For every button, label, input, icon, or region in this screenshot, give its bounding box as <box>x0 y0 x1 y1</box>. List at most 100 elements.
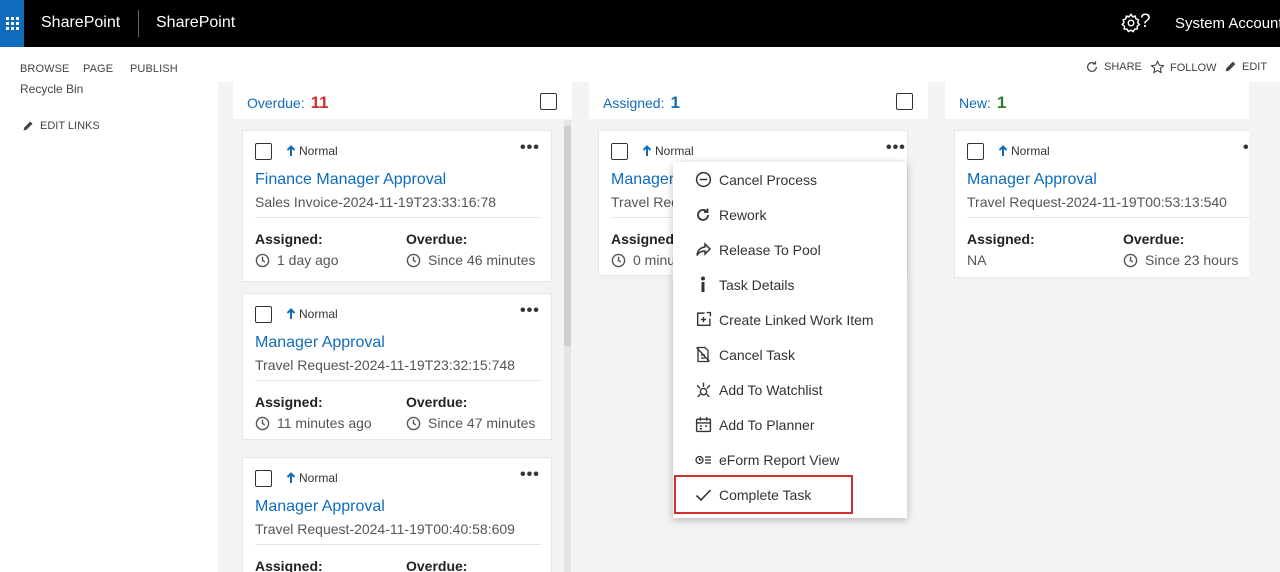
card-checkbox[interactable] <box>255 470 272 487</box>
task-card[interactable]: Normal ••• Finance Manager Approval Sale… <box>242 130 552 282</box>
assigned-label: Assigned: <box>967 231 1035 247</box>
share-arrow-icon <box>694 241 712 259</box>
select-all-checkbox[interactable] <box>896 93 913 110</box>
menu-item-add-to-planner[interactable]: Add To Planner <box>673 407 907 442</box>
assigned-value-text: 1 day ago <box>277 252 339 268</box>
share-icon <box>1087 61 1097 72</box>
card-checkbox[interactable] <box>255 143 272 160</box>
assigned-value: 1 day ago <box>255 252 339 268</box>
ribbon-tab-publish[interactable]: PUBLISH <box>130 63 178 75</box>
more-options-button[interactable]: • <box>1243 139 1250 157</box>
menu-item-cancel-process[interactable]: Cancel Process <box>673 162 907 197</box>
edit-links-button[interactable]: EDIT LINKS <box>22 120 100 132</box>
assigned-label: Assigned: <box>255 558 323 572</box>
scrollbar-thumb[interactable] <box>564 126 571 346</box>
task-subtitle: Travel Req <box>611 194 679 210</box>
more-options-button[interactable]: ••• <box>520 466 540 484</box>
overdue-label: Overdue: <box>406 394 468 410</box>
ellipsis-icon: ••• <box>520 302 540 319</box>
task-subtitle: Sales Invoice-2024-11-19T23:33:16:78 <box>255 194 497 210</box>
overdue-value-text: Since 46 minutes <box>428 252 536 268</box>
menu-item-release-to-pool[interactable]: Release To Pool <box>673 232 907 267</box>
nav-recycle-bin[interactable]: Recycle Bin <box>20 82 83 96</box>
menu-item-rework[interactable]: Rework <box>673 197 907 232</box>
menu-item-cancel-task[interactable]: Cancel Task <box>673 337 907 372</box>
priority-label: Normal <box>299 307 338 321</box>
task-subtitle: Travel Request-2024-11-19T00:53:13:540 <box>967 194 1227 210</box>
clock-icon <box>1123 253 1138 267</box>
account-menu[interactable]: System Account <box>1175 15 1280 32</box>
card-divider <box>255 217 541 218</box>
brand-divider <box>138 10 139 37</box>
menu-item-label: Add To Watchlist <box>719 381 823 398</box>
arrow-up-icon <box>286 308 296 319</box>
priority-indicator: Normal <box>286 144 338 158</box>
arrow-up-icon <box>286 145 296 156</box>
menu-item-task-details[interactable]: Task Details <box>673 267 907 302</box>
overdue-label: Overdue: <box>1123 231 1185 247</box>
site-title[interactable]: SharePoint <box>156 14 235 32</box>
assigned-label: Assigned: <box>611 231 679 247</box>
card-divider <box>255 544 541 545</box>
menu-item-label: Task Details <box>719 276 795 293</box>
arrow-up-icon <box>642 145 652 156</box>
task-subtitle: Travel Request-2024-11-19T23:32:15:748 <box>255 357 515 373</box>
calendar-icon <box>694 416 712 434</box>
ribbon-tab-browse[interactable]: BROWSE <box>20 63 70 75</box>
task-card[interactable]: Normal ••• Manager Approval Travel Reque… <box>242 457 552 572</box>
assigned-label: Assigned: <box>255 394 323 410</box>
ribbon-tab-page[interactable]: PAGE <box>83 63 113 75</box>
task-title-link[interactable]: Manager <box>611 171 674 189</box>
card-checkbox[interactable] <box>967 143 984 160</box>
more-options-button[interactable]: ••• <box>886 139 906 157</box>
menu-item-label: eForm Report View <box>719 451 840 468</box>
help-button[interactable]: ? <box>1140 11 1151 33</box>
clock-icon <box>406 416 421 430</box>
pencil-icon <box>1225 61 1236 72</box>
column-header-assigned: Assigned: 1 <box>589 82 928 119</box>
priority-label: Normal <box>1011 144 1050 158</box>
priority-indicator: Normal <box>286 307 338 321</box>
overdue-value: Since 46 minutes <box>406 252 535 268</box>
task-title-link[interactable]: Finance Manager Approval <box>255 171 446 189</box>
report-view-icon <box>694 451 712 469</box>
assigned-label: Assigned: <box>255 231 323 247</box>
brand-link[interactable]: SharePoint <box>41 14 120 32</box>
overdue-value: Since 47 minutes <box>406 415 535 431</box>
redo-icon <box>694 206 712 224</box>
suite-bar: SharePoint SharePoint ? System Account <box>0 0 1280 47</box>
arrow-up-icon <box>998 145 1008 156</box>
more-options-button[interactable]: ••• <box>520 139 540 157</box>
column-title: Assigned: 1 <box>603 93 680 113</box>
overdue-label: Overdue: <box>406 231 468 247</box>
card-divider <box>255 380 541 381</box>
menu-item-add-to-watchlist[interactable]: Add To Watchlist <box>673 372 907 407</box>
more-options-button[interactable]: ••• <box>520 302 540 320</box>
share-button[interactable]: SHARE <box>1085 60 1142 74</box>
menu-item-eform-report-view[interactable]: eForm Report View <box>673 442 907 477</box>
select-all-checkbox[interactable] <box>540 93 557 110</box>
task-title-link[interactable]: Manager Approval <box>255 334 385 352</box>
task-title-link[interactable]: Manager Approval <box>967 171 1097 189</box>
card-checkbox[interactable] <box>255 306 272 323</box>
settings-button[interactable] <box>1120 12 1142 34</box>
menu-item-create-linked-work-item[interactable]: Create Linked Work Item <box>673 302 907 337</box>
task-title-link[interactable]: Manager Approval <box>255 498 385 516</box>
follow-button[interactable]: FOLLOW <box>1150 60 1216 75</box>
card-checkbox[interactable] <box>611 143 628 160</box>
edit-label: EDIT <box>1242 60 1268 73</box>
task-card[interactable]: Normal ••• Manager Approval Travel Reque… <box>242 293 552 440</box>
priority-indicator: Normal <box>286 471 338 485</box>
star-icon <box>1150 60 1165 74</box>
pencil-icon <box>23 121 33 131</box>
column-scrollbar[interactable] <box>564 120 571 572</box>
assigned-value: 11 minutes ago <box>255 415 372 431</box>
overdue-value: Since 23 hours <box>1123 252 1238 268</box>
assigned-value-text: 0 minu <box>633 252 676 268</box>
task-card[interactable]: Normal • Manager Approval Travel Request… <box>954 130 1250 278</box>
column-label: New: <box>959 95 991 111</box>
edit-button[interactable]: EDIT <box>1224 60 1267 73</box>
app-launcher-button[interactable] <box>0 0 24 47</box>
menu-item-label: Rework <box>719 206 767 223</box>
ellipsis-icon: ••• <box>520 466 540 483</box>
